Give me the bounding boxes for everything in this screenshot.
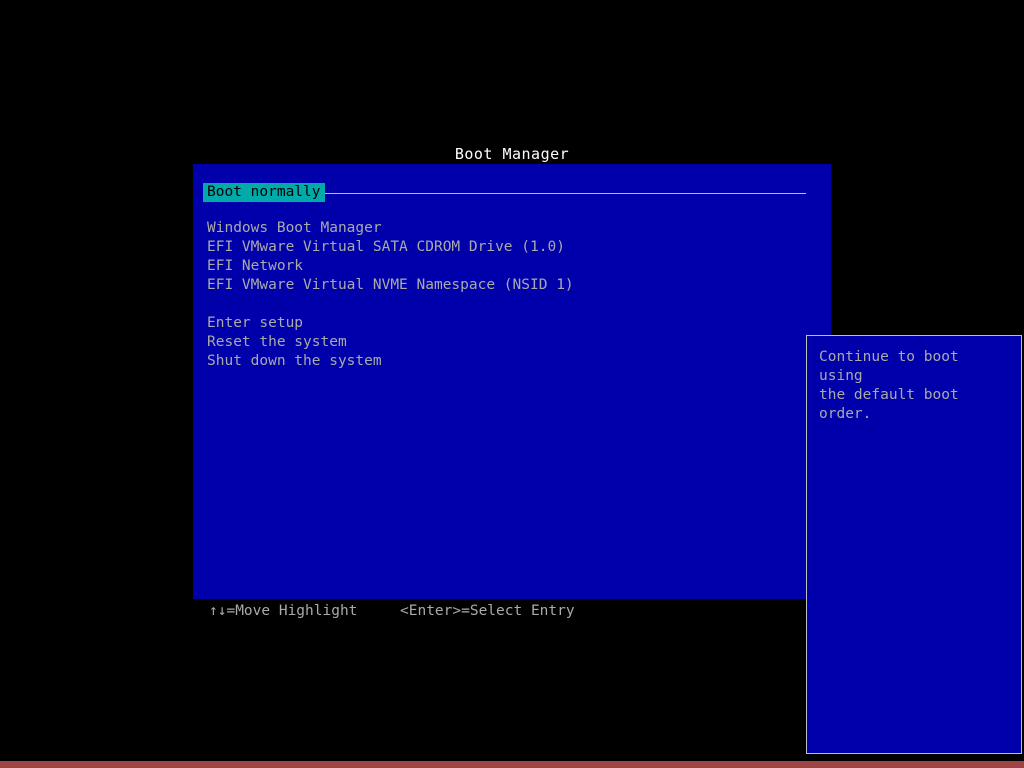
menu-item-9[interactable]: Shut down the system [203, 352, 603, 371]
menu-item-2[interactable]: Windows Boot Manager [203, 219, 603, 238]
description-text: Continue to boot using the default boot … [819, 349, 959, 422]
menu-item-8[interactable]: Reset the system [203, 333, 603, 352]
menu-item-4[interactable]: EFI Network [203, 257, 603, 276]
footer-hints: ↑↓=Move Highlight <Enter>=Select Entry [193, 601, 833, 621]
page-title: Boot Manager [454, 145, 570, 163]
boot-manager-panel: Boot normally Windows Boot Manager EFI VM… [193, 164, 1022, 754]
menu-item-3[interactable]: EFI VMware Virtual SATA CDROM Drive (1.0… [203, 238, 603, 257]
hint-move-highlight: ↑↓=Move Highlight [209, 603, 358, 619]
menu-spacer [203, 200, 603, 219]
description-panel: Continue to boot using the default boot … [806, 335, 1022, 754]
boot-manager-screen: Boot Manager Boot normally Windows Boot … [0, 0, 1024, 768]
bottom-color-band [0, 761, 1024, 768]
menu-spacer [203, 295, 603, 314]
menu-item-row: Boot normally [203, 181, 603, 202]
boot-menu-list[interactable]: Boot normally Windows Boot Manager EFI VM… [203, 181, 603, 371]
menu-item-5[interactable]: EFI VMware Virtual NVME Namespace (NSID … [203, 276, 603, 295]
hint-select-entry: <Enter>=Select Entry [400, 603, 575, 619]
menu-item-0-selected[interactable]: Boot normally [203, 183, 325, 202]
menu-item-7[interactable]: Enter setup [203, 314, 603, 333]
